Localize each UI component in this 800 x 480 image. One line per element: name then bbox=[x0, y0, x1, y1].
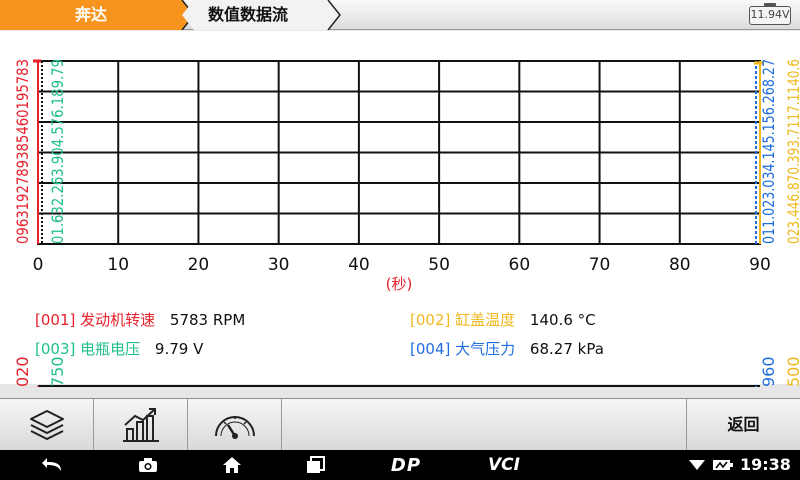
x-tick-label: 50 bbox=[428, 255, 450, 275]
second-chart-label-blue: 960 bbox=[759, 357, 778, 387]
wifi-icon bbox=[689, 460, 705, 470]
system-nav-bar: DP VCI 19:38 bbox=[0, 450, 800, 480]
nav-screenshot-button[interactable] bbox=[134, 450, 162, 480]
x-tick-label: 90 bbox=[749, 255, 771, 275]
legend-head-temp-value: 140.6 °C bbox=[529, 311, 596, 329]
data-stream-chart: 0963192789385460195783 01.632.263.904.576… bbox=[13, 59, 800, 291]
tab-brand-label: 奔达 bbox=[74, 5, 107, 24]
gauge-view-button[interactable] bbox=[188, 399, 282, 451]
legend-battery-voltage-value: 9.79 V bbox=[154, 340, 204, 358]
gauge-icon bbox=[214, 416, 255, 439]
camera-icon bbox=[139, 458, 157, 472]
back-button[interactable]: 返回 bbox=[686, 399, 800, 451]
second-chart-label-yellow: 500 bbox=[784, 357, 800, 387]
battery-voltage-indicator: 11.94V bbox=[749, 3, 791, 25]
x-tick-label: 20 bbox=[188, 255, 210, 275]
legend-pressure-code: [004] bbox=[410, 340, 451, 358]
battery-status bbox=[711, 450, 735, 480]
legend-head-temp-code: [002] bbox=[410, 311, 451, 329]
right-axis-labels-pressure: 011.023.034.145.156.268.27 bbox=[759, 59, 778, 244]
legend-battery-voltage-name: 电瓶电压 bbox=[80, 340, 141, 358]
chart-view-button[interactable] bbox=[94, 399, 188, 451]
second-chart-partial: 020 750 960 500 bbox=[13, 357, 800, 387]
x-tick-label: 40 bbox=[348, 255, 370, 275]
legend-item-atmospheric-pressure: [004] 大气压力 68.27 kPa bbox=[410, 338, 604, 359]
legend-item-engine-speed: [001] 发动机转速 5783 RPM bbox=[35, 309, 245, 330]
bottom-toolbar: 返回 bbox=[0, 398, 800, 451]
app-window: 奔达 数值数据流 11.94V 0963192789385460195783 01… bbox=[0, 0, 800, 480]
right-axis-labels-head-temp: 023.446.870.393.7117.1140.6 bbox=[784, 59, 800, 244]
wifi-status bbox=[688, 450, 706, 480]
legend-pressure-value: 68.27 kPa bbox=[529, 340, 604, 358]
layers-icon bbox=[29, 410, 64, 440]
x-tick-label: 0 bbox=[33, 255, 44, 275]
data-stream-chart-panel: 0963192789385460195783 01.632.263.904.576… bbox=[0, 31, 800, 387]
x-tick-label: 80 bbox=[669, 255, 691, 275]
tab-brand[interactable]: 奔达 bbox=[0, 0, 196, 30]
dp-button[interactable]: DP bbox=[384, 450, 428, 480]
x-axis-label: (秒) bbox=[386, 275, 413, 291]
x-tick-label: 10 bbox=[107, 255, 129, 275]
top-tab-bar: 奔达 数值数据流 11.94V bbox=[0, 0, 800, 30]
legend-engine-speed-value: 5783 RPM bbox=[169, 311, 246, 329]
tab-data-stream[interactable]: 数值数据流 bbox=[182, 0, 342, 30]
recents-icon bbox=[307, 456, 325, 473]
battery-charging-icon bbox=[713, 460, 733, 470]
home-icon bbox=[223, 457, 241, 473]
vci-button[interactable]: VCI bbox=[482, 450, 526, 480]
x-tick-label: 70 bbox=[589, 255, 611, 275]
nav-back-button[interactable] bbox=[36, 450, 68, 480]
legend-item-battery-voltage: [003] 电瓶电压 9.79 V bbox=[35, 338, 203, 359]
nav-recents-button[interactable] bbox=[302, 450, 330, 480]
bar-chart-icon bbox=[122, 408, 159, 442]
nav-home-button[interactable] bbox=[218, 450, 246, 480]
legend-head-temp-name: 缸盖温度 bbox=[455, 311, 516, 329]
tab-data-stream-label: 数值数据流 bbox=[208, 5, 289, 24]
x-tick-label: 60 bbox=[509, 255, 531, 275]
legend-engine-speed-name: 发动机转速 bbox=[80, 311, 156, 329]
second-chart-label-red: 020 bbox=[13, 357, 32, 387]
x-tick-label: 30 bbox=[268, 255, 290, 275]
legend-engine-speed-code: [001] bbox=[35, 311, 76, 329]
legend-battery-voltage-code: [003] bbox=[35, 340, 76, 358]
left-axis-labels-battery-voltage: 01.632.263.904.576.189.79 bbox=[48, 59, 67, 244]
legend-pressure-name: 大气压力 bbox=[455, 340, 516, 358]
layers-button[interactable] bbox=[0, 399, 94, 451]
legend-item-head-temperature: [002] 缸盖温度 140.6 °C bbox=[410, 309, 596, 330]
second-chart-label-green: 750 bbox=[48, 357, 67, 387]
status-clock: 19:38 bbox=[740, 455, 791, 474]
back-arrow-icon bbox=[42, 458, 61, 471]
left-axis-labels-engine-speed: 0963192789385460195783 bbox=[13, 59, 32, 244]
